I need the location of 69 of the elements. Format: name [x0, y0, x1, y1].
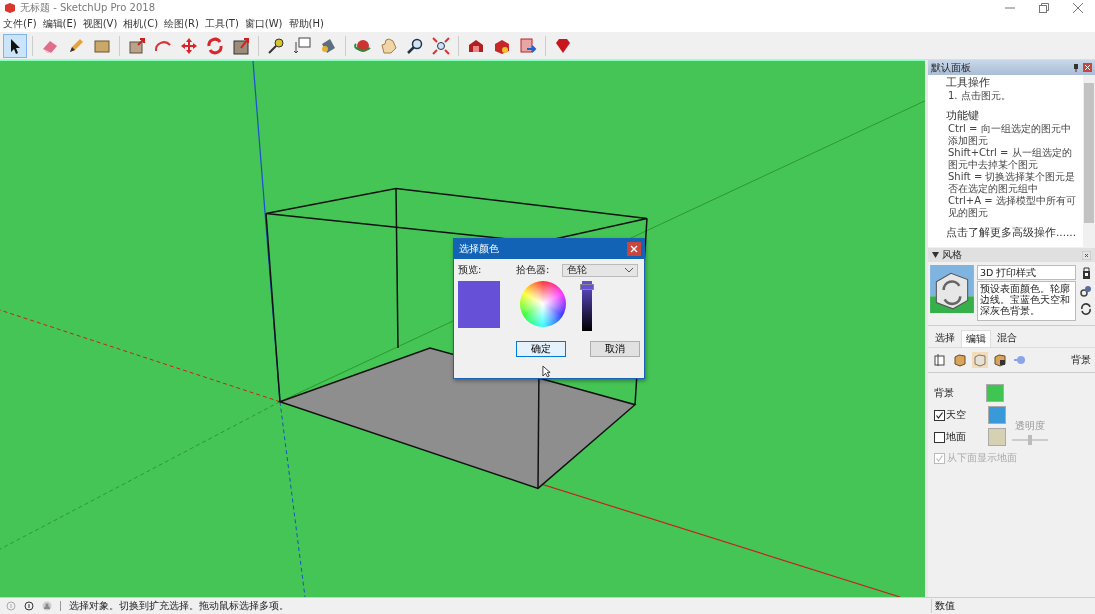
style-description-field[interactable]: 预设表面颜色。轮廓边线。宝蓝色天空和深灰色背景。 [977, 281, 1076, 321]
shortcut-description: Ctrl+A = 选择模型中所有可见的图元 [947, 195, 1077, 219]
pin-icon[interactable] [1073, 63, 1079, 72]
picker-dropdown[interactable]: 色轮 [562, 263, 638, 277]
bucket-icon[interactable] [1081, 267, 1091, 279]
close-icon[interactable] [627, 242, 641, 256]
zoom-extents-icon[interactable] [430, 34, 452, 57]
menu-item[interactable]: 绘图(R) [164, 17, 199, 31]
color-swatch[interactable] [988, 428, 1006, 446]
app-icon [4, 2, 16, 14]
more-link[interactable]: 点击了解更多高级操作...... [946, 226, 1079, 240]
edge-icon[interactable] [932, 352, 948, 368]
dialog-title: 选择颜色 [459, 242, 499, 256]
cursor-icon[interactable] [4, 34, 26, 57]
setting-label: 从下面显示地面 [947, 451, 1017, 465]
shortcut-description: Shift = 切换选择某个图元是否在选定的图元组中 [947, 171, 1077, 195]
instructor-step: 1. 点击图元。 [946, 90, 1079, 102]
checkbox[interactable] [934, 431, 945, 443]
menu-item[interactable]: 视图(V) [82, 17, 118, 31]
dialog-button[interactable]: 取消 [590, 341, 640, 357]
refresh-icon[interactable] [1080, 303, 1092, 315]
style-tab[interactable]: 选择 [931, 330, 959, 347]
measurements-label: 数值 [931, 599, 1095, 613]
color-swatch[interactable] [986, 384, 1004, 402]
color-preview [458, 281, 500, 328]
slider-label: 透明度 [1015, 419, 1045, 433]
section-header[interactable]: 风格 [928, 248, 1095, 262]
menu-item[interactable]: 文件(F) [3, 17, 37, 31]
caret-icon [625, 267, 633, 273]
info-icon [6, 601, 16, 611]
edit-section-label: 背景 [1071, 353, 1091, 367]
picker-label: 拾色器: [516, 263, 551, 277]
color-swatch[interactable] [988, 406, 1006, 424]
instructor-heading: 功能键 [946, 109, 980, 123]
style-tab[interactable]: 混合 [993, 330, 1021, 347]
color-wheel[interactable] [520, 281, 566, 327]
brightness-slider[interactable] [582, 281, 592, 331]
info-icon [24, 601, 34, 611]
shortcut-description: Shift+Ctrl = 从一组选定的图元中去掉某个图元 [947, 147, 1073, 171]
restore-icon[interactable] [1039, 3, 1049, 13]
window-title: 无标题 - SketchUp Pro 2018 [20, 1, 155, 15]
menu-item[interactable]: 编辑(E) [42, 17, 77, 31]
style-thumbnail-icon [930, 265, 974, 313]
dialog-button[interactable]: 确定 [516, 341, 566, 357]
cursor-icon [542, 365, 551, 378]
setting-label: 地面 [946, 430, 967, 444]
style-name-field[interactable]: 3D 打印样式 [977, 265, 1076, 280]
viewport[interactable]: 选择颜色 预览: 拾色器: 色轮 确定 取消 [0, 60, 925, 597]
menu-item[interactable]: 相机(C) [123, 17, 159, 31]
checkbox[interactable] [934, 409, 945, 421]
status-message: 选择对象。切换到扩充选择。拖动鼠标选择多项。 [69, 599, 289, 613]
setting-label: 天空 [946, 408, 967, 422]
face-icon[interactable] [952, 352, 968, 368]
close-icon[interactable] [1073, 3, 1083, 13]
style-tab[interactable]: 编辑 [961, 330, 991, 347]
preview-label: 预览: [458, 263, 483, 277]
watermark-icon[interactable] [992, 352, 1008, 368]
panel-title: 默认面板 [931, 60, 972, 75]
menu-item[interactable]: 工具(T) [204, 17, 239, 31]
menu-item[interactable]: 帮助(H) [288, 17, 324, 31]
menu-item[interactable]: 窗口(W) [244, 17, 283, 31]
shortcut-description: Ctrl = 向一组选定的图元中添加图元 [947, 123, 1072, 147]
user-icon [42, 601, 52, 611]
setting-label: 背景 [934, 386, 955, 400]
close-icon[interactable] [1082, 250, 1091, 260]
gears-icon[interactable] [1080, 285, 1092, 297]
instructor-heading: 工具操作 [946, 76, 991, 90]
scrollbar[interactable] [1083, 75, 1095, 247]
section-title: 风格 [942, 248, 962, 262]
